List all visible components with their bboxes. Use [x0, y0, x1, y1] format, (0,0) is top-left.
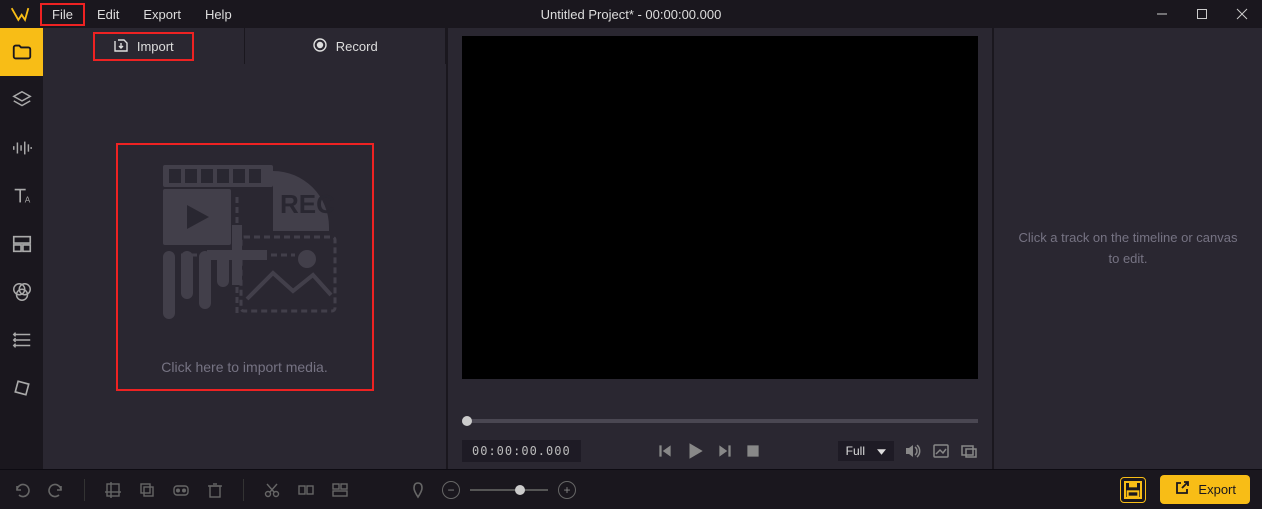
- export-icon: [1174, 480, 1190, 499]
- left-toolbar: A: [0, 28, 43, 469]
- import-icon: [113, 37, 129, 56]
- title-bar: File Edit Export Help Untitled Project* …: [0, 0, 1262, 28]
- maximize-button[interactable]: [1182, 0, 1222, 28]
- minimize-button[interactable]: [1142, 0, 1182, 28]
- undo-button[interactable]: [12, 480, 32, 500]
- crop-button[interactable]: [103, 480, 123, 500]
- cut-button[interactable]: [262, 480, 282, 500]
- play-button[interactable]: [684, 440, 706, 462]
- timecode: 00:00:00.000: [462, 440, 581, 462]
- record-icon: [312, 37, 328, 56]
- zoom-out-button[interactable]: −: [442, 481, 460, 499]
- app-logo: [0, 0, 40, 28]
- fullscreen-button[interactable]: [960, 442, 978, 460]
- group-button[interactable]: [171, 480, 191, 500]
- delete-button[interactable]: [205, 480, 225, 500]
- close-button[interactable]: [1222, 0, 1262, 28]
- marker-button[interactable]: [408, 480, 428, 500]
- zoom-track[interactable]: [470, 489, 548, 491]
- import-tab[interactable]: Import: [43, 28, 245, 64]
- zoom-knob[interactable]: [515, 485, 525, 495]
- tool-rotate[interactable]: [0, 364, 43, 412]
- record-tab[interactable]: Record: [245, 28, 447, 64]
- snapshot-button[interactable]: [932, 442, 950, 460]
- tool-split[interactable]: [0, 220, 43, 268]
- svg-text:A: A: [24, 195, 30, 204]
- seek-knob[interactable]: [462, 416, 472, 426]
- import-drop-zone[interactable]: REC: [116, 143, 374, 391]
- menu-file[interactable]: File: [40, 3, 85, 26]
- stop-button[interactable]: [744, 442, 762, 460]
- tool-audio[interactable]: [0, 124, 43, 172]
- tool-text[interactable]: A: [0, 172, 43, 220]
- merge-button[interactable]: [330, 480, 350, 500]
- tool-color[interactable]: [0, 268, 43, 316]
- redo-button[interactable]: [46, 480, 66, 500]
- tool-media[interactable]: [0, 28, 43, 76]
- volume-button[interactable]: [904, 442, 922, 460]
- seek-bar[interactable]: [462, 419, 978, 423]
- record-label: Record: [336, 39, 378, 54]
- display-mode-label: Full: [846, 444, 865, 458]
- display-mode-select[interactable]: Full: [838, 441, 894, 461]
- import-label: Import: [137, 39, 174, 54]
- bottom-toolbar: − + Export: [0, 469, 1262, 509]
- media-tabs: Import Record: [43, 28, 446, 64]
- chevron-down-icon: [877, 444, 886, 458]
- next-frame-button[interactable]: [716, 442, 734, 460]
- menu-export[interactable]: Export: [131, 3, 193, 26]
- prev-frame-button[interactable]: [656, 442, 674, 460]
- export-label: Export: [1198, 482, 1236, 497]
- tool-layers[interactable]: [0, 76, 43, 124]
- preview-controls: 00:00:00.000 Full: [460, 441, 980, 469]
- duplicate-button[interactable]: [137, 480, 157, 500]
- preview-panel: 00:00:00.000 Full: [446, 28, 992, 469]
- menu-bar: File Edit Export Help: [40, 3, 244, 26]
- zoom-in-button[interactable]: +: [558, 481, 576, 499]
- menu-edit[interactable]: Edit: [85, 3, 131, 26]
- inspector-panel: Click a track on the timeline or canvas …: [992, 28, 1262, 469]
- window-controls: [1142, 0, 1262, 28]
- save-project-button[interactable]: [1120, 477, 1146, 503]
- export-button[interactable]: Export: [1160, 475, 1250, 504]
- window-title: Untitled Project* - 00:00:00.000: [541, 7, 722, 22]
- preview-video[interactable]: [462, 36, 978, 379]
- inspector-placeholder: Click a track on the timeline or canvas …: [1014, 228, 1242, 270]
- drop-zone-text: Click here to import media.: [161, 359, 328, 375]
- media-panel: Import Record: [43, 28, 446, 469]
- drop-zone-art: REC: [145, 157, 345, 337]
- menu-help[interactable]: Help: [193, 3, 244, 26]
- main-area: A Import Record: [0, 28, 1262, 469]
- split-button[interactable]: [296, 480, 316, 500]
- tool-settings[interactable]: [0, 316, 43, 364]
- zoom-slider: − +: [442, 481, 576, 499]
- drop-zone-wrap: REC: [43, 64, 446, 469]
- svg-text:REC: REC: [280, 189, 335, 219]
